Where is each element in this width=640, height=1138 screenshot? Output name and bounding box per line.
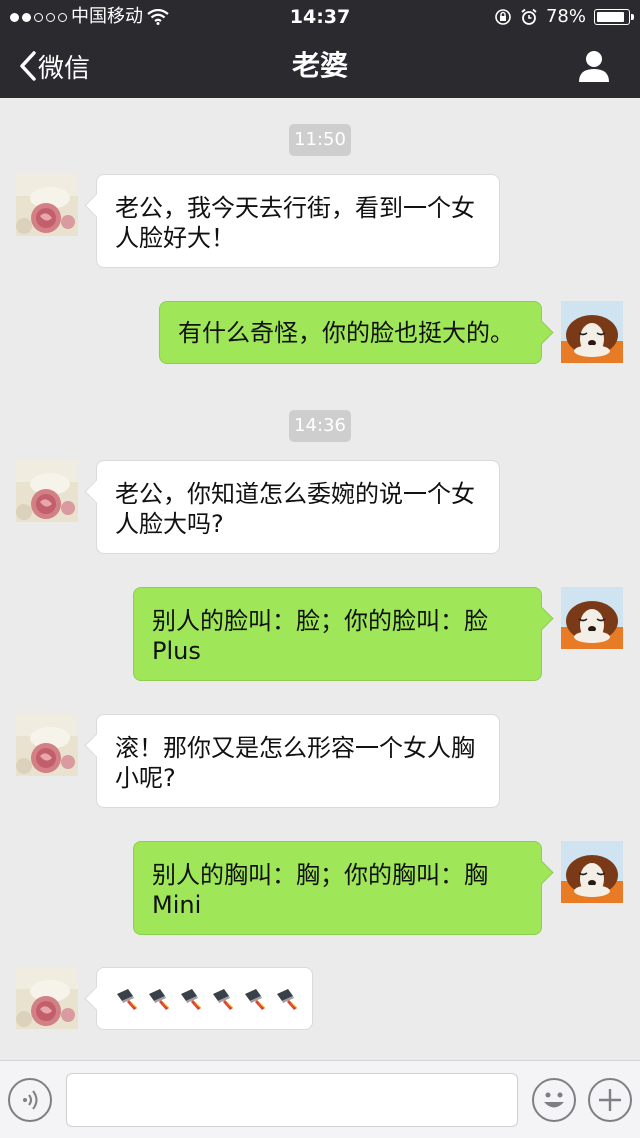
- message-bubble-left[interactable]: [96, 967, 313, 1030]
- wife-avatar[interactable]: [16, 174, 78, 236]
- wife-avatar[interactable]: [16, 714, 78, 776]
- message-line: 小呢?: [115, 764, 176, 792]
- puppy-avatar-image: [561, 301, 623, 363]
- message-line: 别人的胸叫：胸；你的胸叫：胸: [152, 861, 488, 889]
- message-bubble-right[interactable]: 别人的脸叫：脸；你的脸叫：脸 Plus: [133, 587, 542, 681]
- status-right: 78%: [494, 0, 634, 34]
- person-icon[interactable]: [576, 48, 612, 84]
- rose-avatar-image: [16, 460, 78, 522]
- kitchen-knife-icon: [145, 986, 171, 1012]
- message-line: 老公，我今天去行街，看到一个女: [115, 194, 475, 222]
- kitchen-knife-icon: [177, 986, 203, 1012]
- message-line: Plus: [152, 637, 201, 665]
- more-button[interactable]: [588, 1078, 632, 1122]
- rotation-lock-icon: [495, 9, 511, 25]
- puppy-avatar-image: [561, 587, 623, 649]
- message-bubble-left[interactable]: 老公，你知道怎么委婉的说一个女 人脸大吗?: [96, 460, 500, 554]
- message-bubble-right[interactable]: 别人的胸叫：胸；你的胸叫：胸 Mini: [133, 841, 542, 935]
- emoji-row: [113, 984, 299, 1014]
- wife-avatar[interactable]: [16, 967, 78, 1029]
- my-avatar[interactable]: [561, 301, 623, 363]
- timestamp: 11:50: [289, 124, 351, 156]
- my-avatar[interactable]: [561, 841, 623, 903]
- top-bar: 中国移动 14:37 78% 微信 老婆: [0, 0, 640, 98]
- emoji-button[interactable]: [532, 1078, 576, 1122]
- message-bubble-left[interactable]: 滚！那你又是怎么形容一个女人胸 小呢?: [96, 714, 500, 808]
- status-bar: 中国移动 14:37 78%: [0, 0, 640, 34]
- kitchen-knife-icon: [273, 986, 299, 1012]
- input-bar: [0, 1060, 640, 1138]
- alarm-icon: [521, 8, 537, 25]
- smiley-icon: [544, 1092, 564, 1108]
- message-input[interactable]: [66, 1073, 518, 1127]
- chat-title: 老婆: [291, 49, 348, 82]
- voice-button[interactable]: [8, 1078, 52, 1122]
- puppy-avatar-image: [561, 841, 623, 903]
- battery-icon: [594, 9, 634, 25]
- wife-avatar[interactable]: [16, 460, 78, 522]
- rose-avatar-image: [16, 714, 78, 776]
- kitchen-knife-icon: [113, 986, 139, 1012]
- voice-icon: [23, 1090, 38, 1110]
- message-bubble-left[interactable]: 老公，我今天去行街，看到一个女 人脸好大！: [96, 174, 500, 268]
- kitchen-knife-icon: [209, 986, 235, 1012]
- message-line: 人脸好大！: [115, 224, 235, 252]
- nav-bar: 微信 老婆: [0, 34, 640, 98]
- timestamp: 14:36: [289, 410, 351, 442]
- message-line: Mini: [152, 891, 202, 919]
- message-line: 人脸大吗?: [115, 510, 224, 538]
- message-line: 老公，你知道怎么委婉的说一个女: [115, 480, 475, 508]
- message-line: 有什么奇怪，你的脸也挺大的。: [178, 319, 514, 347]
- battery-percent: 78%: [545, 6, 586, 27]
- message-line: 别人的脸叫：脸；你的脸叫：脸: [152, 607, 488, 635]
- plus-icon: [599, 1089, 621, 1111]
- message-bubble-right[interactable]: 有什么奇怪，你的脸也挺大的。: [159, 301, 542, 364]
- my-avatar[interactable]: [561, 587, 623, 649]
- rose-avatar-image: [16, 967, 78, 1029]
- message-line: 滚！那你又是怎么形容一个女人胸: [115, 734, 475, 762]
- rose-avatar-image: [16, 174, 78, 236]
- kitchen-knife-icon: [241, 986, 267, 1012]
- chat-area[interactable]: 11:50 老公，我今天去行街，看到一个女 人脸好大！ 有什么奇怪，你的脸也挺大…: [0, 98, 640, 1060]
